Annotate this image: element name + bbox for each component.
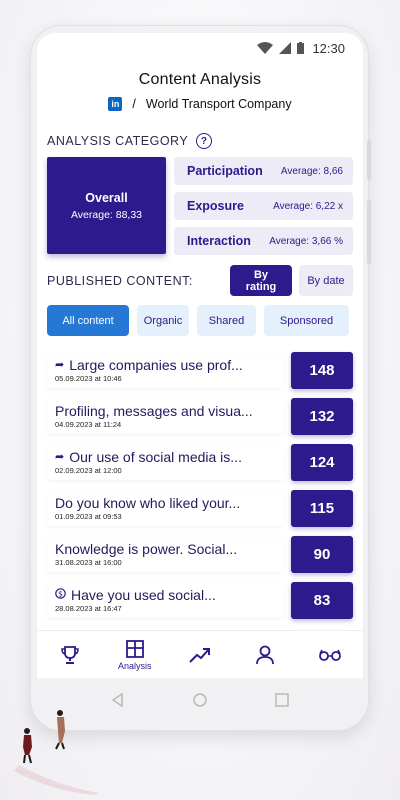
- glasses-icon: [319, 649, 342, 661]
- category-exposure-card[interactable]: Exposure Average: 6,22 x: [174, 192, 353, 220]
- post-title: ➦ Large companies use prof...: [55, 357, 275, 373]
- post-date: 28.08.2023 at 16:47: [55, 603, 122, 613]
- linkedin-icon: in: [108, 97, 123, 111]
- share-icon: ➦: [55, 451, 65, 463]
- phone-side-button: [367, 140, 371, 180]
- post-title: $ Have you used social...: [55, 587, 275, 603]
- sponsored-icon: $: [55, 587, 66, 602]
- nav-profile[interactable]: [240, 644, 290, 666]
- post-score: 83: [291, 582, 353, 619]
- sort-by-date-button[interactable]: By date: [299, 265, 353, 296]
- company-name[interactable]: World Transport Company: [146, 97, 292, 111]
- published-content-label: PUBLISHED CONTENT:: [47, 273, 193, 288]
- category-overall-card[interactable]: Overall Average: 88,33: [47, 157, 166, 254]
- filter-sponsored[interactable]: Sponsored: [264, 305, 349, 336]
- post-info: Profiling, messages and visua... 04.09.2…: [47, 399, 283, 434]
- nav-analysis[interactable]: Analysis: [110, 639, 160, 671]
- nav-trends[interactable]: [175, 644, 225, 666]
- breadcrumb-separator: /: [132, 97, 136, 111]
- post-date: 05.09.2023 at 10:46: [55, 373, 122, 383]
- list-item[interactable]: ➦ Our use of social media is... 02.09.20…: [47, 444, 353, 481]
- battery-icon: [297, 42, 305, 54]
- home-icon[interactable]: [193, 693, 207, 707]
- sort-by-rating-button[interactable]: By rating: [230, 265, 292, 296]
- category-selector: Overall Average: 88,33 Participation Ave…: [47, 157, 353, 255]
- post-title: Profiling, messages and visua...: [55, 403, 275, 419]
- post-title: Knowledge is power. Social...: [55, 541, 275, 557]
- category-interaction-card[interactable]: Interaction Average: 3,66 %: [174, 227, 353, 255]
- filter-all-content[interactable]: All content: [47, 305, 129, 336]
- people-illustration: [14, 710, 99, 795]
- wifi-icon: [257, 42, 274, 54]
- analysis-category-header: ANALYSIS CATEGORY ?: [47, 133, 363, 149]
- content-list: ➦ Large companies use prof... 05.09.2023…: [47, 352, 353, 619]
- list-item[interactable]: Profiling, messages and visua... 04.09.2…: [47, 398, 353, 435]
- help-icon[interactable]: ?: [196, 133, 213, 149]
- phone-volume-button: [367, 200, 371, 264]
- recents-icon[interactable]: [275, 693, 289, 707]
- back-icon[interactable]: [111, 693, 125, 707]
- post-title: ➦ Our use of social media is...: [55, 449, 275, 465]
- metric-average: Average: 8,66: [280, 165, 343, 177]
- post-info: $ Have you used social... 28.08.2023 at …: [47, 583, 283, 618]
- trending-up-icon: [189, 647, 210, 663]
- category-overall-name: Overall: [85, 190, 128, 205]
- category-overall-average: Average: 88,33: [70, 208, 143, 221]
- category-participation-card[interactable]: Participation Average: 8,66: [174, 157, 353, 185]
- content-filter-tabs: All content Organic Shared Sponsored: [47, 305, 353, 336]
- published-content-header: PUBLISHED CONTENT: By rating By date: [47, 265, 353, 296]
- metric-name: Interaction: [187, 234, 251, 248]
- metric-average: Average: 6,22 x: [273, 200, 343, 212]
- page-title: Content Analysis: [138, 71, 262, 88]
- post-title-text: Our use of social media is...: [69, 448, 242, 465]
- list-item[interactable]: Do you know who liked your... 01.09.2023…: [47, 490, 353, 527]
- post-info: Do you know who liked your... 01.09.2023…: [47, 491, 283, 526]
- status-icons: [257, 42, 305, 54]
- analysis-icon: [125, 639, 144, 658]
- breadcrumb: in / World Transport Company: [37, 97, 363, 111]
- list-item[interactable]: Knowledge is power. Social... 31.08.2023…: [47, 536, 353, 573]
- list-item[interactable]: ➦ Large companies use prof... 05.09.2023…: [47, 352, 353, 389]
- post-info: ➦ Large companies use prof... 05.09.2023…: [47, 353, 283, 388]
- nav-insights[interactable]: [305, 648, 355, 662]
- status-bar: 12:30: [37, 33, 363, 63]
- user-icon: [256, 645, 275, 664]
- post-title-text: Do you know who liked your...: [55, 494, 241, 511]
- nav-analysis-label: Analysis: [118, 660, 152, 671]
- post-score: 132: [291, 398, 353, 435]
- nav-ranking[interactable]: [45, 644, 95, 666]
- metric-name: Exposure: [187, 199, 244, 213]
- post-title-text: Large companies use prof...: [69, 356, 243, 373]
- post-score: 90: [291, 536, 353, 573]
- list-item[interactable]: $ Have you used social... 28.08.2023 at …: [47, 582, 353, 619]
- post-title: Do you know who liked your...: [55, 495, 275, 511]
- signal-icon: [279, 42, 292, 54]
- post-info: Knowledge is power. Social... 31.08.2023…: [47, 537, 283, 572]
- analysis-category-label: ANALYSIS CATEGORY: [47, 134, 189, 148]
- post-date: 04.09.2023 at 11:24: [55, 419, 122, 429]
- metric-name: Participation: [187, 164, 263, 178]
- post-info: ➦ Our use of social media is... 02.09.20…: [47, 445, 283, 480]
- bottom-navigation: Analysis: [37, 630, 363, 678]
- category-metrics: Participation Average: 8,66 Exposure Ave…: [174, 157, 353, 255]
- filter-organic[interactable]: Organic: [137, 305, 189, 336]
- post-title-text: Knowledge is power. Social...: [55, 540, 238, 557]
- post-score: 148: [291, 352, 353, 389]
- trophy-icon: [60, 645, 79, 664]
- post-score: 124: [291, 444, 353, 481]
- post-title-text: Profiling, messages and visua...: [55, 402, 253, 419]
- post-date: 02.09.2023 at 12:00: [55, 465, 122, 475]
- status-time: 12:30: [312, 40, 345, 56]
- post-title-text: Have you used social...: [71, 586, 216, 603]
- post-date: 01.09.2023 at 09:53: [55, 511, 122, 521]
- metric-average: Average: 3,66 %: [269, 235, 343, 247]
- filter-shared[interactable]: Shared: [197, 305, 256, 336]
- post-score: 115: [291, 490, 353, 527]
- app-screen: 12:30 Content Analysis in / World Transp…: [37, 33, 363, 678]
- share-icon: ➦: [55, 359, 65, 371]
- post-date: 31.08.2023 at 16:00: [55, 557, 122, 567]
- svg-text:$: $: [58, 589, 63, 598]
